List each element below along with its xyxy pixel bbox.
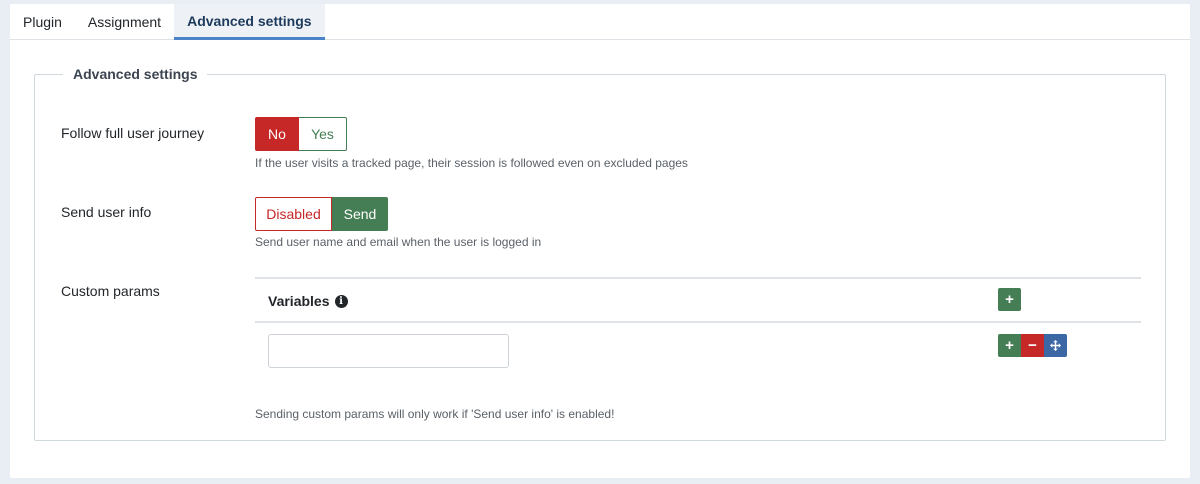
move-row-button[interactable] bbox=[1044, 334, 1067, 357]
follow-journey-label: Follow full user journey bbox=[61, 125, 205, 141]
variable-input[interactable] bbox=[268, 334, 509, 368]
tab-bar: Plugin Assignment Advanced settings bbox=[10, 4, 1190, 40]
advanced-settings-fieldset: Advanced settings Follow full user journ… bbox=[34, 66, 1166, 441]
move-icon bbox=[1050, 340, 1061, 351]
minus-icon: − bbox=[1028, 337, 1037, 354]
tab-assignment[interactable]: Assignment bbox=[75, 4, 174, 40]
tab-advanced-settings[interactable]: Advanced settings bbox=[174, 4, 325, 40]
plus-icon: + bbox=[1005, 291, 1014, 308]
send-user-info-disabled-button[interactable]: Disabled bbox=[255, 197, 332, 231]
params-table-top-border bbox=[255, 277, 1141, 279]
custom-params-hint: Sending custom params will only work if … bbox=[255, 407, 615, 421]
row-action-group: + − bbox=[998, 334, 1067, 357]
plus-icon: + bbox=[1005, 337, 1014, 354]
follow-journey-yes-button[interactable]: Yes bbox=[299, 117, 347, 151]
add-row-after-button[interactable]: + bbox=[998, 334, 1021, 357]
remove-row-button[interactable]: − bbox=[1021, 334, 1044, 357]
send-user-info-send-button[interactable]: Send bbox=[332, 197, 388, 231]
tab-plugin[interactable]: Plugin bbox=[10, 4, 75, 40]
fieldset-legend: Advanced settings bbox=[73, 66, 198, 82]
add-row-button[interactable]: + bbox=[998, 288, 1021, 311]
follow-journey-hint: If the user visits a tracked page, their… bbox=[255, 156, 688, 170]
custom-params-label: Custom params bbox=[61, 283, 160, 299]
variables-header-text: Variables bbox=[268, 293, 330, 309]
params-table-header-separator bbox=[255, 321, 1141, 323]
send-user-info-hint: Send user name and email when the user i… bbox=[255, 235, 542, 249]
variables-column-header: Variables i bbox=[268, 293, 348, 309]
follow-journey-no-button[interactable]: No bbox=[255, 117, 299, 151]
send-user-info-toggle: Disabled Send bbox=[255, 197, 388, 231]
follow-journey-toggle: No Yes bbox=[255, 117, 347, 151]
info-icon[interactable]: i bbox=[334, 294, 348, 308]
send-user-info-label: Send user info bbox=[61, 204, 152, 220]
settings-panel: Plugin Assignment Advanced settings Adva… bbox=[10, 4, 1190, 478]
